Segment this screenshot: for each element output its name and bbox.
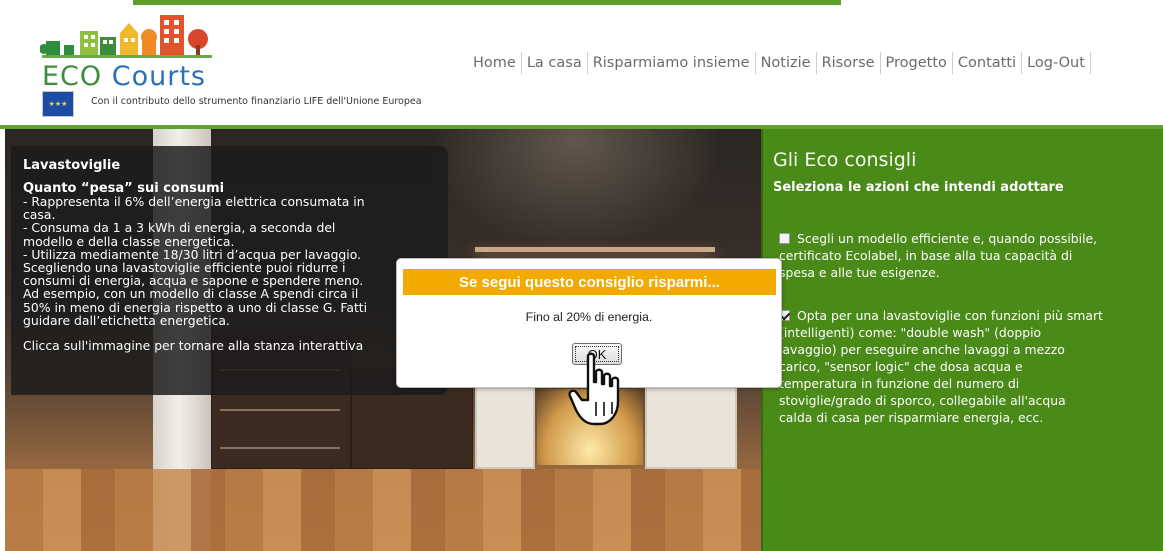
nav-item-progetto[interactable]: Progetto: [881, 55, 952, 71]
info-line: guidare dall’etichetta energetica.: [23, 312, 230, 328]
tip-text: lavaggio) per eseguire anche lavaggi a m…: [779, 342, 1065, 357]
tip-text: stoviglie/grado di sporco, collegabile a…: [779, 393, 1066, 408]
info-line: Ad esempio, con un modello di classe A s…: [23, 286, 359, 302]
tip-text: certificato Ecolabel, in base alla tua c…: [779, 248, 1073, 263]
hand-pointer-icon: [568, 352, 620, 426]
nav-item-contatti[interactable]: Contatti: [953, 55, 1021, 71]
nav-item-home[interactable]: Home: [468, 55, 521, 71]
logo-eco-text: ECO: [42, 61, 103, 92]
tip-text: temperatura in funzione del numero di: [779, 376, 1020, 391]
tip-text: calda di casa per risparmiare energia, e…: [779, 410, 1044, 425]
info-title: Lavastoviglie: [23, 158, 121, 173]
site-header: ECO Courts ★★★ Con il contributo dello s…: [0, 5, 1163, 125]
drawer-handle: [220, 409, 340, 411]
logo-wordmark: ECO Courts: [42, 61, 206, 92]
wooden-floor: [5, 469, 761, 551]
eco-tips-panel: Gli Eco consigli Seleziona le azioni che…: [761, 129, 1163, 551]
tip-text: Scegli un modello efficiente e, quando p…: [797, 231, 1098, 246]
nav-item-risorse[interactable]: Risorse: [817, 55, 880, 71]
ceiling-light-glow: [425, 129, 725, 249]
dialog-message: Fino al 20% di energia.: [525, 310, 653, 324]
info-back-hint: Clicca sull'immagine per tornare alla st…: [23, 338, 364, 354]
drawer-handle: [220, 447, 340, 449]
info-line: - Consuma da 1 a 3 kWh di energia, a sec…: [23, 220, 336, 236]
tip-checkbox[interactable]: [779, 233, 790, 244]
main-nav: Home La casa Risparmiamo insieme Notizie…: [468, 52, 1091, 74]
info-line: 50% in meno di energia rispetto a uno di…: [23, 299, 368, 315]
tip-text: carico, "sensor logic" che dosa acqua e: [779, 359, 1023, 374]
tips-title: Gli Eco consigli: [773, 149, 917, 171]
appliance-info-panel: Lavastoviglie Quanto “pesa” sui consumi …: [11, 146, 448, 395]
eu-life-flag-icon: ★★★: [42, 91, 74, 117]
info-line: - Rappresenta il 6% dell’energia elettri…: [23, 194, 365, 209]
info-line: modello e della classe energetica.: [23, 233, 235, 249]
tip-item[interactable]: Opta per una lavastoviglie con funzioni …: [779, 307, 1103, 426]
tip-text: (intelligenti) come: "double wash" (dopp…: [779, 325, 1042, 340]
nav-item-notizie[interactable]: Notizie: [756, 55, 816, 71]
nav-item-la-casa[interactable]: La casa: [522, 55, 587, 71]
buildings-logo-icon: [40, 15, 212, 58]
nav-item-risparmiamo-insieme[interactable]: Risparmiamo insieme: [588, 55, 755, 71]
tip-text: Opta per una lavastoviglie con funzioni …: [797, 308, 1103, 323]
eu-funding-text: Con il contributo dello strumento finanz…: [91, 96, 422, 107]
kitchen-base-cabinet: [475, 379, 535, 469]
kitchen-lamp: [475, 247, 715, 252]
eco-courts-logo[interactable]: ECO Courts: [40, 11, 230, 93]
dialog-title: Se segui questo consiglio risparmi...: [403, 269, 776, 295]
tip-item[interactable]: Scegli un modello efficiente e, quando p…: [779, 230, 1097, 281]
nav-separator: [1089, 52, 1091, 74]
kitchen-base-cabinet: [645, 379, 737, 469]
tips-subtitle: Seleziona le azioni che intendi adottare: [773, 180, 1064, 195]
nav-item-log-out[interactable]: Log-Out: [1022, 55, 1090, 71]
tip-text: spesa e alle tue esigenze.: [779, 265, 940, 280]
logo-courts-text: Courts: [111, 61, 207, 92]
